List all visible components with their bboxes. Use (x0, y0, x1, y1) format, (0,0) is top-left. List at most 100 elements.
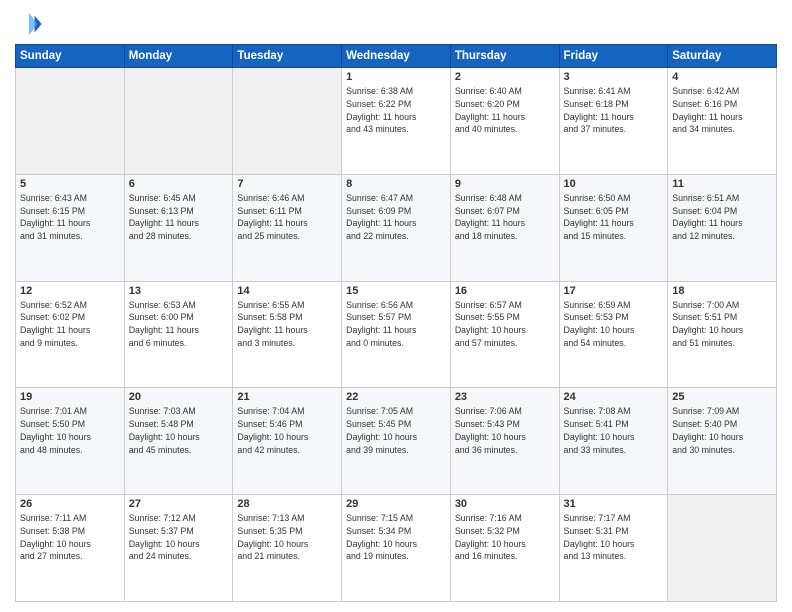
cell-content: Sunrise: 6:48 AM Sunset: 6:07 PM Dayligh… (455, 192, 555, 243)
calendar-cell: 31 Sunrise: 7:17 AM Sunset: 5:31 PM Dayli… (559, 495, 668, 602)
cell-content: Sunrise: 6:41 AM Sunset: 6:18 PM Dayligh… (564, 85, 664, 136)
calendar-cell: 7Sunrise: 6:46 AM Sunset: 6:11 PM Daylig… (233, 174, 342, 281)
day-number: 17 (564, 285, 664, 297)
cell-content: Sunrise: 7:17 AM Sunset: 5:31 PM Dayligh… (564, 512, 664, 563)
week-row-5: 26Sunrise: 7:11 AM Sunset: 5:38 PM Dayli… (16, 495, 777, 602)
calendar-cell: 26Sunrise: 7:11 AM Sunset: 5:38 PM Dayli… (16, 495, 125, 602)
cell-content: Sunrise: 6:45 AM Sunset: 6:13 PM Dayligh… (129, 192, 229, 243)
page: SundayMondayTuesdayWednesdayThursdayFrid… (0, 0, 792, 612)
cell-content: Sunrise: 7:05 AM Sunset: 5:45 PM Dayligh… (346, 405, 446, 456)
weekday-header-friday: Friday (559, 45, 668, 68)
calendar-cell: 25 Sunrise: 7:09 AM Sunset: 5:40 PM Dayli… (668, 388, 777, 495)
day-number: 3 (564, 71, 664, 83)
day-number: 10 (564, 178, 664, 190)
cell-content: Sunrise: 6:43 AM Sunset: 6:15 PM Dayligh… (20, 192, 120, 243)
calendar-cell (124, 68, 233, 175)
calendar-cell: 10 Sunrise: 6:50 AM Sunset: 6:05 PM Dayli… (559, 174, 668, 281)
cell-content: Sunrise: 6:46 AM Sunset: 6:11 PM Dayligh… (237, 192, 337, 243)
week-row-4: 19Sunrise: 7:01 AM Sunset: 5:50 PM Dayli… (16, 388, 777, 495)
cell-content: Sunrise: 7:09 AM Sunset: 5:40 PM Dayligh… (672, 405, 772, 456)
weekday-header-thursday: Thursday (450, 45, 559, 68)
cell-content: Sunrise: 7:04 AM Sunset: 5:46 PM Dayligh… (237, 405, 337, 456)
calendar-cell: 22Sunrise: 7:05 AM Sunset: 5:45 PM Dayli… (342, 388, 451, 495)
calendar-cell: 3 Sunrise: 6:41 AM Sunset: 6:18 PM Daylig… (559, 68, 668, 175)
calendar-cell (16, 68, 125, 175)
week-row-2: 5 Sunrise: 6:43 AM Sunset: 6:15 PM Daylig… (16, 174, 777, 281)
day-number: 27 (129, 498, 229, 510)
calendar-cell: 13Sunrise: 6:53 AM Sunset: 6:00 PM Dayli… (124, 281, 233, 388)
day-number: 25 (672, 391, 772, 403)
day-number: 20 (129, 391, 229, 403)
cell-content: Sunrise: 6:42 AM Sunset: 6:16 PM Dayligh… (672, 85, 772, 136)
day-number: 8 (346, 178, 446, 190)
cell-content: Sunrise: 6:57 AM Sunset: 5:55 PM Dayligh… (455, 299, 555, 350)
calendar-cell: 24 Sunrise: 7:08 AM Sunset: 5:41 PM Dayli… (559, 388, 668, 495)
cell-content: Sunrise: 6:38 AM Sunset: 6:22 PM Dayligh… (346, 85, 446, 136)
cell-content: Sunrise: 7:03 AM Sunset: 5:48 PM Dayligh… (129, 405, 229, 456)
cell-content: Sunrise: 7:11 AM Sunset: 5:38 PM Dayligh… (20, 512, 120, 563)
day-number: 4 (672, 71, 772, 83)
weekday-header-sunday: Sunday (16, 45, 125, 68)
cell-content: Sunrise: 6:51 AM Sunset: 6:04 PM Dayligh… (672, 192, 772, 243)
calendar-cell: 15Sunrise: 6:56 AM Sunset: 5:57 PM Dayli… (342, 281, 451, 388)
day-number: 11 (672, 178, 772, 190)
calendar-cell: 16 Sunrise: 6:57 AM Sunset: 5:55 PM Dayli… (450, 281, 559, 388)
header (15, 10, 777, 38)
day-number: 30 (455, 498, 555, 510)
calendar-cell: 11 Sunrise: 6:51 AM Sunset: 6:04 PM Dayli… (668, 174, 777, 281)
calendar-cell: 1 Sunrise: 6:38 AM Sunset: 6:22 PM Daylig… (342, 68, 451, 175)
calendar-cell: 19Sunrise: 7:01 AM Sunset: 5:50 PM Dayli… (16, 388, 125, 495)
cell-content: Sunrise: 6:47 AM Sunset: 6:09 PM Dayligh… (346, 192, 446, 243)
cell-content: Sunrise: 6:52 AM Sunset: 6:02 PM Dayligh… (20, 299, 120, 350)
cell-content: Sunrise: 7:13 AM Sunset: 5:35 PM Dayligh… (237, 512, 337, 563)
calendar-cell: 21 Sunrise: 7:04 AM Sunset: 5:46 PM Dayli… (233, 388, 342, 495)
weekday-header-tuesday: Tuesday (233, 45, 342, 68)
week-row-1: 1 Sunrise: 6:38 AM Sunset: 6:22 PM Daylig… (16, 68, 777, 175)
calendar-cell (668, 495, 777, 602)
day-number: 6 (129, 178, 229, 190)
calendar-cell: 20 Sunrise: 7:03 AM Sunset: 5:48 PM Dayli… (124, 388, 233, 495)
calendar-cell: 27 Sunrise: 7:12 AM Sunset: 5:37 PM Dayli… (124, 495, 233, 602)
logo (15, 10, 47, 38)
day-number: 14 (237, 285, 337, 297)
calendar-cell: 2Sunrise: 6:40 AM Sunset: 6:20 PM Daylig… (450, 68, 559, 175)
day-number: 23 (455, 391, 555, 403)
calendar-cell: 9 Sunrise: 6:48 AM Sunset: 6:07 PM Daylig… (450, 174, 559, 281)
day-number: 5 (20, 178, 120, 190)
weekday-header-row: SundayMondayTuesdayWednesdayThursdayFrid… (16, 45, 777, 68)
calendar-cell: 18 Sunrise: 7:00 AM Sunset: 5:51 PM Dayli… (668, 281, 777, 388)
cell-content: Sunrise: 6:59 AM Sunset: 5:53 PM Dayligh… (564, 299, 664, 350)
cell-content: Sunrise: 7:15 AM Sunset: 5:34 PM Dayligh… (346, 512, 446, 563)
day-number: 9 (455, 178, 555, 190)
day-number: 12 (20, 285, 120, 297)
cell-content: Sunrise: 6:53 AM Sunset: 6:00 PM Dayligh… (129, 299, 229, 350)
day-number: 28 (237, 498, 337, 510)
calendar-cell: 4 Sunrise: 6:42 AM Sunset: 6:16 PM Daylig… (668, 68, 777, 175)
calendar-cell: 8 Sunrise: 6:47 AM Sunset: 6:09 PM Daylig… (342, 174, 451, 281)
calendar-cell: 14 Sunrise: 6:55 AM Sunset: 5:58 PM Dayli… (233, 281, 342, 388)
day-number: 24 (564, 391, 664, 403)
day-number: 29 (346, 498, 446, 510)
cell-content: Sunrise: 7:08 AM Sunset: 5:41 PM Dayligh… (564, 405, 664, 456)
day-number: 16 (455, 285, 555, 297)
cell-content: Sunrise: 7:00 AM Sunset: 5:51 PM Dayligh… (672, 299, 772, 350)
cell-content: Sunrise: 7:16 AM Sunset: 5:32 PM Dayligh… (455, 512, 555, 563)
day-number: 18 (672, 285, 772, 297)
weekday-header-monday: Monday (124, 45, 233, 68)
day-number: 31 (564, 498, 664, 510)
cell-content: Sunrise: 6:55 AM Sunset: 5:58 PM Dayligh… (237, 299, 337, 350)
day-number: 15 (346, 285, 446, 297)
day-number: 1 (346, 71, 446, 83)
calendar-cell: 5 Sunrise: 6:43 AM Sunset: 6:15 PM Daylig… (16, 174, 125, 281)
cell-content: Sunrise: 6:40 AM Sunset: 6:20 PM Dayligh… (455, 85, 555, 136)
logo-icon (15, 10, 43, 38)
cell-content: Sunrise: 7:06 AM Sunset: 5:43 PM Dayligh… (455, 405, 555, 456)
cell-content: Sunrise: 6:50 AM Sunset: 6:05 PM Dayligh… (564, 192, 664, 243)
calendar-cell: 23 Sunrise: 7:06 AM Sunset: 5:43 PM Dayli… (450, 388, 559, 495)
calendar-cell: 17 Sunrise: 6:59 AM Sunset: 5:53 PM Dayli… (559, 281, 668, 388)
week-row-3: 12 Sunrise: 6:52 AM Sunset: 6:02 PM Dayli… (16, 281, 777, 388)
weekday-header-saturday: Saturday (668, 45, 777, 68)
cell-content: Sunrise: 7:12 AM Sunset: 5:37 PM Dayligh… (129, 512, 229, 563)
calendar-cell (233, 68, 342, 175)
day-number: 21 (237, 391, 337, 403)
